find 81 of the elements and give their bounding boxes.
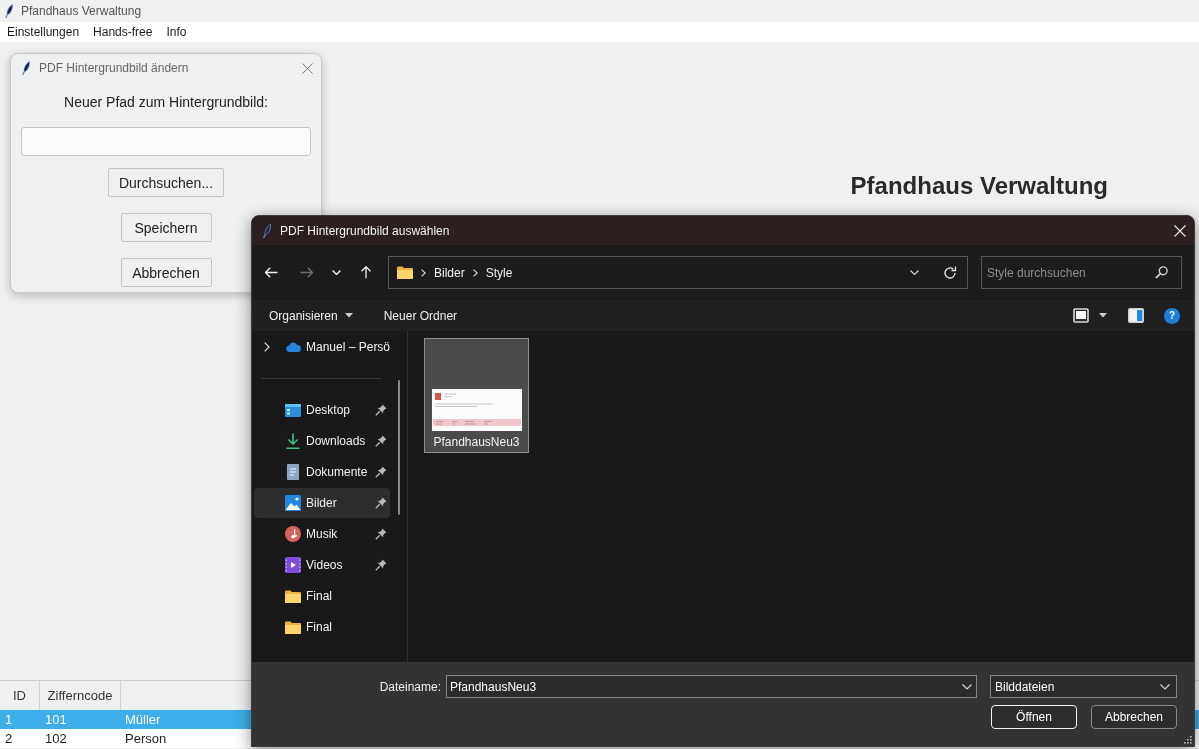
sidebar-item[interactable]: Manuel – Persö xyxy=(254,331,390,363)
sidebar-item[interactable]: Final xyxy=(254,581,390,611)
search-icon xyxy=(1155,266,1168,279)
folder-icon xyxy=(285,589,301,603)
feather-icon xyxy=(5,4,13,18)
chevron-down-icon[interactable] xyxy=(910,270,919,275)
dialog-button[interactable]: Abbrechen xyxy=(120,258,212,287)
address-bar[interactable]: Bilder Style xyxy=(388,256,968,289)
feather-icon xyxy=(22,61,30,75)
left-arrow-icon xyxy=(264,267,278,278)
pin-icon xyxy=(375,497,387,509)
preview-pane-button[interactable] xyxy=(1128,308,1144,323)
document-icon xyxy=(287,464,299,480)
table-cell: 101 xyxy=(45,712,67,727)
sidebar-item[interactable]: Desktop xyxy=(254,395,390,425)
search-field[interactable]: Style durchsuchen xyxy=(981,256,1182,289)
desktop-icon xyxy=(285,403,301,417)
chevron-right-icon xyxy=(421,268,426,277)
picture-icon xyxy=(285,495,301,511)
chevron-down-icon[interactable] xyxy=(962,684,972,690)
dialog-button[interactable]: Durchsuchen... xyxy=(107,168,225,197)
pin-icon xyxy=(375,435,387,447)
sidebar-item[interactable]: Videos xyxy=(254,550,390,580)
sidebar-item[interactable]: Bilder xyxy=(254,488,390,518)
view-icon xyxy=(1073,308,1089,323)
file-item[interactable]: PfandhausNeu3 xyxy=(424,338,529,453)
pin-icon xyxy=(375,528,387,540)
dialog-title: PDF Hintergrundbild ändern xyxy=(39,61,189,75)
help-button[interactable]: ? xyxy=(1164,307,1180,324)
caret-icon xyxy=(1099,313,1107,318)
table-cell: Müller xyxy=(125,712,161,727)
file-name: PfandhausNeu3 xyxy=(433,435,520,449)
refresh-icon[interactable] xyxy=(943,265,957,280)
path-field[interactable] xyxy=(21,127,311,156)
toolbar-button[interactable]: Neuer Ordner xyxy=(375,302,466,329)
chevron-down-icon xyxy=(1160,683,1170,690)
table-cell: Person xyxy=(125,731,167,746)
table-cell: 102 xyxy=(45,731,67,746)
close-icon xyxy=(1174,224,1186,237)
pin-icon xyxy=(375,404,387,416)
scrollbar-thumb[interactable] xyxy=(398,380,400,515)
right-arrow-icon xyxy=(299,267,313,278)
download-icon xyxy=(286,433,300,449)
music-icon xyxy=(285,526,301,542)
resize-grip-icon[interactable] xyxy=(1183,735,1192,744)
chevron-right-icon xyxy=(472,268,478,277)
menu-item[interactable]: Einstellungen xyxy=(0,22,87,42)
dialog-title: PDF Hintergrundbild auswählen xyxy=(280,223,450,238)
dialog-button[interactable]: Öffnen xyxy=(991,705,1077,729)
file-name-field[interactable]: PfandhausNeu3 xyxy=(446,675,977,698)
sidebar-item[interactable]: Final xyxy=(254,612,390,642)
file-type-dropdown[interactable]: Bilddateien xyxy=(990,675,1177,698)
folder-icon xyxy=(285,620,301,634)
chevron-down-icon xyxy=(331,270,341,275)
table-cell: 2 xyxy=(5,731,13,746)
video-icon xyxy=(285,557,301,573)
pin-icon xyxy=(375,466,387,478)
dialog-prompt: Neuer Pfad zum Hintergrundbild: xyxy=(64,94,268,110)
menu-item[interactable]: Info xyxy=(159,22,194,42)
breadcrumb-item[interactable]: Style xyxy=(485,265,513,280)
sidebar-item[interactable]: Downloads xyxy=(254,426,390,456)
chevron-right-icon[interactable] xyxy=(264,342,270,352)
table-cell: 1 xyxy=(5,712,13,727)
cloud-icon xyxy=(285,342,301,352)
view-button[interactable] xyxy=(1073,308,1107,323)
sidebar-item[interactable]: Dokumente xyxy=(254,457,390,487)
breadcrumb-item[interactable]: Bilder xyxy=(434,265,465,280)
toolbar-button[interactable]: Organisieren xyxy=(261,302,361,329)
dialog-button[interactable]: Speichern xyxy=(120,213,212,242)
close-icon xyxy=(302,62,313,74)
up-arrow-icon xyxy=(361,266,371,279)
dialog-button[interactable]: Abbrechen xyxy=(1091,705,1177,729)
folder-icon xyxy=(397,266,413,279)
sidebar-item[interactable]: Musik xyxy=(254,519,390,549)
pin-icon xyxy=(375,559,387,571)
app-heading: Pfandhaus Verwaltung xyxy=(850,172,1108,200)
app-title: Pfandhaus Verwaltung xyxy=(21,4,142,18)
preview-pane-icon xyxy=(1128,308,1144,323)
menu-item[interactable]: Hands-free xyxy=(86,22,160,42)
feather-icon xyxy=(263,223,271,238)
field-label: Dateiname: xyxy=(379,679,441,694)
